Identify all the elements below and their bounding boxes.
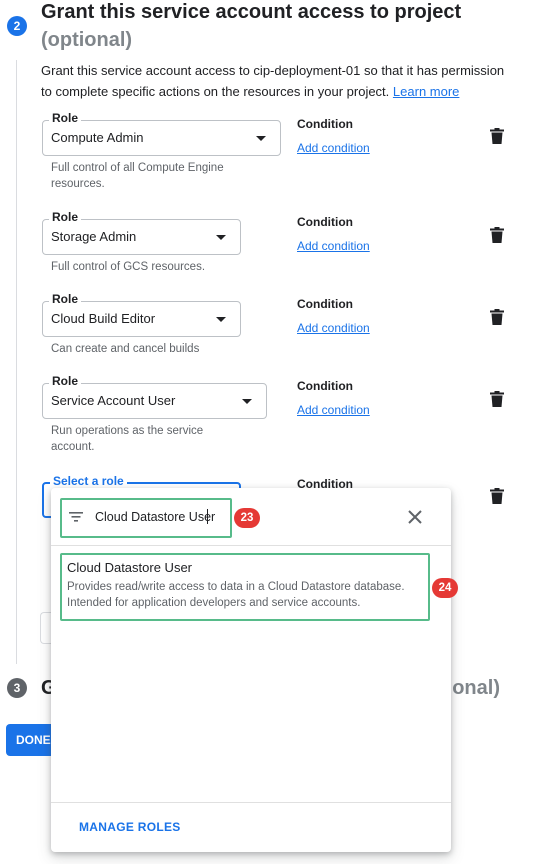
role-hint: Can create and cancel builds	[51, 341, 199, 357]
role-select-compute-admin[interactable]: Role Compute Admin	[42, 111, 281, 156]
manage-roles-button[interactable]: MANAGE ROLES	[79, 820, 181, 834]
role-field-label: Role	[49, 111, 82, 125]
role-select-storage-admin[interactable]: Role Storage Admin	[42, 210, 241, 255]
role-hint: Run operations as the service account.	[51, 423, 203, 455]
annotation-badge-24: 24	[432, 578, 458, 598]
role-hint-line: Full control of GCS resources.	[51, 261, 206, 273]
role-hint-line: Run operations as the service	[51, 425, 204, 437]
role-search-dropdown	[51, 488, 451, 852]
role-field-label: Role	[49, 374, 82, 388]
role-hint-line: account.	[51, 441, 95, 453]
role-option-description: Provides read/write access to data in a …	[67, 579, 405, 611]
role-hint: Full control of GCS resources.	[51, 259, 205, 275]
dropdown-arrow-icon	[256, 136, 266, 141]
role-hint-line: Full control of all Compute Engine	[51, 162, 224, 174]
delete-role-trash-icon[interactable]	[490, 391, 504, 407]
dropdown-divider	[51, 545, 451, 546]
role-hint-line: Can create and cancel builds	[51, 343, 200, 355]
add-condition-link[interactable]: Add condition	[297, 403, 370, 417]
add-condition-link[interactable]: Add condition	[297, 321, 370, 335]
condition-label: Condition	[297, 379, 353, 393]
dropdown-divider	[51, 802, 451, 803]
delete-role-trash-icon[interactable]	[490, 227, 504, 243]
dropdown-arrow-icon	[242, 399, 252, 404]
role-hint-line: resources.	[51, 178, 105, 190]
role-select-service-account-user[interactable]: Role Service Account User	[42, 374, 267, 419]
step-3-badge: 3	[7, 678, 27, 698]
condition-label: Condition	[297, 117, 353, 131]
step-2-title: Grant this service account access to pro…	[41, 1, 462, 23]
condition-label: Condition	[297, 215, 353, 229]
filter-highlight-box	[60, 498, 232, 538]
condition-label: Condition	[297, 297, 353, 311]
learn-more-link[interactable]: Learn more	[393, 84, 459, 99]
role-option-title: Cloud Datastore User	[67, 560, 192, 575]
role-field-label: Role	[49, 292, 82, 306]
role-field-value: Service Account User	[51, 393, 176, 408]
add-condition-link[interactable]: Add condition	[297, 141, 370, 155]
close-icon[interactable]	[408, 510, 422, 524]
role-select-cloud-build-editor[interactable]: Role Cloud Build Editor	[42, 292, 241, 337]
role-field-value: Compute Admin	[51, 130, 144, 145]
step-2-optional-label: (optional)	[41, 29, 133, 51]
role-field-label: Role	[49, 210, 82, 224]
role-hint: Full control of all Compute Engine resou…	[51, 160, 224, 192]
role-field-label: Select a role	[50, 474, 127, 488]
role-option-desc-line: Provides read/write access to data in a …	[67, 581, 405, 593]
add-condition-link[interactable]: Add condition	[297, 239, 370, 253]
step-2-description: Grant this service account access to cip…	[41, 60, 516, 102]
role-field-value: Cloud Build Editor	[51, 311, 156, 326]
step-connector-line	[16, 60, 17, 664]
role-field-value: Storage Admin	[51, 229, 137, 244]
delete-role-trash-icon[interactable]	[490, 309, 504, 325]
delete-role-trash-icon[interactable]	[490, 488, 504, 504]
delete-role-trash-icon[interactable]	[490, 128, 504, 144]
dropdown-arrow-icon	[216, 317, 226, 322]
dropdown-arrow-icon	[216, 235, 226, 240]
annotation-badge-23: 23	[234, 508, 260, 528]
step-2-badge: 2	[7, 16, 27, 36]
role-option-desc-line: Intended for application developers and …	[67, 597, 361, 609]
